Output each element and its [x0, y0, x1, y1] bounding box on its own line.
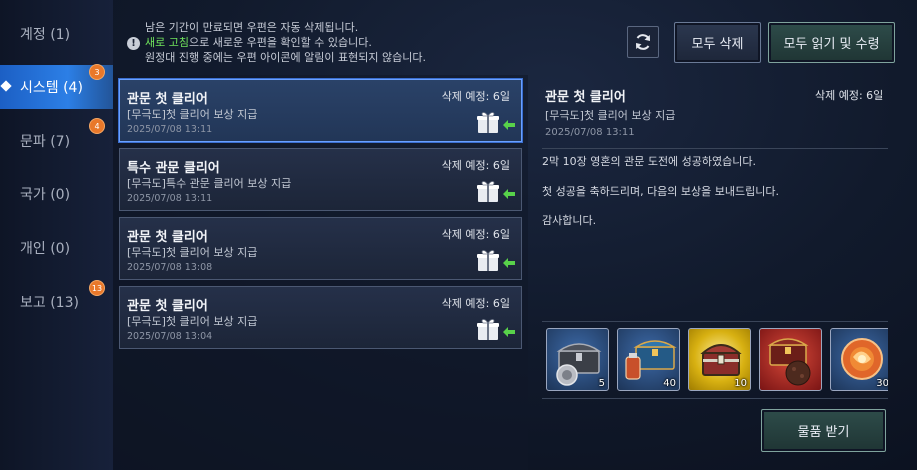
notice-line-2: 새로 고침으로 새로운 우편을 확인할 수 있습니다.	[145, 36, 372, 49]
mail-expire: 삭제 예정: 6일	[441, 159, 510, 172]
detail-title: 관문 첫 클리어	[545, 90, 626, 105]
notice-line-1: 남은 기간이 만료되면 우편은 자동 삭제됩니다.	[145, 21, 359, 34]
reward-item-blue-chest[interactable]: 40	[617, 328, 680, 391]
reward-quantity: 40	[663, 378, 676, 389]
sidebar-item-label: 개인 (0)	[20, 241, 71, 257]
mail-expire: 삭제 예정: 6일	[441, 90, 510, 103]
unread-badge-system: 3	[89, 64, 105, 80]
mail-notice: ! 남은 기간이 만료되면 우편은 자동 삭제됩니다. 새로 고침으로 새로운 …	[127, 20, 457, 65]
sidebar-item-label: 국가 (0)	[20, 187, 71, 203]
mail-date: 2025/07/08 13:04	[127, 331, 213, 342]
mail-list-item[interactable]: 관문 첫 클리어 삭제 예정: 6일 [무극도]첫 클리어 보상 지급 2025…	[119, 217, 522, 280]
mail-title: 관문 첫 클리어	[127, 230, 208, 245]
mail-window: 계정 (1) 시스템 (4) 3 문파 (7) 4 국가 (0) 개인 (0) …	[0, 0, 917, 470]
reward-quantity: 5	[598, 378, 605, 389]
gift-icon	[477, 112, 499, 133]
detail-body: 2막 10장 영혼의 관문 도전에 성공하였습니다. 첫 성공을 축하드리며, …	[542, 155, 888, 244]
refresh-hint: 새로 고침	[145, 36, 189, 49]
reward-item-orange-orb[interactable]: 30	[830, 328, 888, 391]
info-icon: !	[127, 37, 140, 50]
gift-icon	[477, 319, 499, 340]
mail-subject: [무극도]특수 관문 클리어 보상 지급	[127, 177, 292, 190]
mail-date: 2025/07/08 13:11	[127, 193, 213, 204]
refresh-icon	[636, 34, 650, 50]
red-chest-icon	[767, 338, 811, 386]
reward-quantity: 30	[876, 378, 888, 389]
sidebar-item-label: 문파 (7)	[20, 134, 71, 150]
sidebar-item-personal[interactable]: 개인 (0)	[0, 226, 113, 270]
unread-badge-report: 13	[89, 280, 105, 296]
sidebar-item-label: 보고 (13)	[20, 295, 79, 311]
mail-title: 관문 첫 클리어	[127, 299, 208, 314]
unread-badge-guild: 4	[89, 118, 105, 134]
sidebar-item-account[interactable]: 계정 (1)	[0, 12, 113, 56]
divider	[542, 148, 888, 149]
mail-subject: [무극도]첫 클리어 보상 지급	[127, 315, 258, 328]
arrow-left-icon	[503, 258, 515, 268]
reward-quantity: 10	[734, 378, 747, 389]
delete-all-button[interactable]: 모두 삭제	[674, 22, 761, 63]
mail-subject: [무극도]첫 클리어 보상 지급	[127, 108, 258, 121]
body-line: 감사합니다.	[542, 214, 597, 227]
read-all-and-claim-button[interactable]: 모두 읽기 및 수령	[768, 22, 895, 63]
sidebar-item-nation[interactable]: 국가 (0)	[0, 172, 113, 216]
refresh-button[interactable]	[627, 26, 659, 58]
sidebar-item-label: 시스템 (4)	[20, 80, 83, 96]
mail-list-item[interactable]: 관문 첫 클리어 삭제 예정: 6일 [무극도]첫 클리어 보상 지급 2025…	[119, 79, 522, 142]
arrow-left-icon	[503, 189, 515, 199]
arrow-left-icon	[503, 120, 515, 130]
body-line: 첫 성공을 축하드리며, 다음의 보상을 보내드립니다.	[542, 184, 779, 198]
sidebar-item-label: 계정 (1)	[20, 27, 71, 43]
mail-title: 특수 관문 클리어	[127, 161, 220, 176]
mail-list-item[interactable]: 관문 첫 클리어 삭제 예정: 6일 [무극도]첫 클리어 보상 지급 2025…	[119, 286, 522, 349]
mail-date: 2025/07/08 13:08	[127, 262, 213, 273]
mail-date: 2025/07/08 13:11	[127, 124, 213, 135]
reward-items-list[interactable]: 5 40 10 30	[542, 321, 888, 399]
reward-item-gold-chest[interactable]: 10	[688, 328, 751, 391]
detail-date: 2025/07/08 13:11	[545, 127, 635, 138]
mail-title: 관문 첫 클리어	[127, 92, 208, 107]
reward-item-red-chest[interactable]	[759, 328, 822, 391]
notice-line-3: 원정대 진행 중에는 우편 아이콘에 알림이 표현되지 않습니다.	[145, 51, 426, 64]
gift-icon	[477, 250, 499, 271]
mail-category-sidebar: 계정 (1) 시스템 (4) 3 문파 (7) 4 국가 (0) 개인 (0) …	[0, 0, 113, 470]
detail-subject: [무극도]첫 클리어 보상 지급	[545, 109, 676, 122]
mail-subject: [무극도]첫 클리어 보상 지급	[127, 246, 258, 259]
mail-detail-pane: 관문 첫 클리어 삭제 예정: 6일 [무극도]첫 클리어 보상 지급 2025…	[534, 75, 917, 470]
detail-expire: 삭제 예정: 6일	[815, 89, 884, 102]
mail-expire: 삭제 예정: 6일	[441, 228, 510, 241]
gift-icon	[477, 181, 499, 202]
arrow-left-icon	[503, 327, 515, 337]
body-line: 2막 10장 영혼의 관문 도전에 성공하였습니다.	[542, 155, 757, 168]
mail-expire: 삭제 예정: 6일	[441, 297, 510, 310]
claim-items-button[interactable]: 물품 받기	[761, 409, 886, 452]
mail-list-item[interactable]: 특수 관문 클리어 삭제 예정: 6일 [무극도]특수 관문 클리어 보상 지급…	[119, 148, 522, 211]
reward-item-silver-chest[interactable]: 5	[546, 328, 609, 391]
mail-list: 관문 첫 클리어 삭제 예정: 6일 [무극도]첫 클리어 보상 지급 2025…	[113, 75, 528, 470]
